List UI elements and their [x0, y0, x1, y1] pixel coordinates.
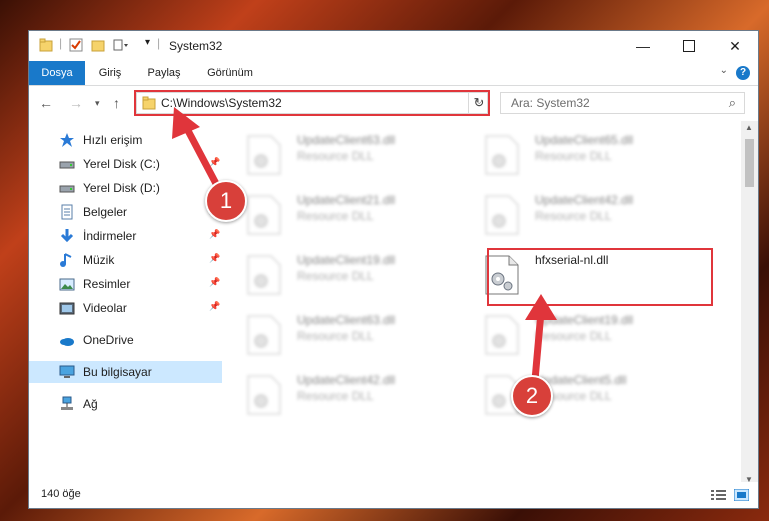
sidebar-item-videos[interactable]: Videolar 📌 — [29, 297, 222, 319]
vertical-scrollbar[interactable]: ▲ ▼ — [741, 121, 758, 486]
documents-icon — [61, 204, 73, 220]
sidebar-item-downloads[interactable]: İndirmeler 📌 — [29, 225, 222, 247]
file-item[interactable]: UpdateClient21.dll Resource DLL — [225, 189, 455, 239]
file-list: UpdateClient63.dll Resource DLL UpdateCl… — [225, 121, 740, 481]
forward-arrow-icon[interactable]: → — [69, 95, 83, 111]
search-icon[interactable]: ⌕ — [729, 95, 736, 111]
pin-icon: 📌 — [209, 253, 221, 263]
tab-view[interactable]: Görünüm — [197, 61, 263, 85]
large-icons-view-icon[interactable] — [734, 489, 749, 501]
maximize-button[interactable] — [666, 31, 712, 61]
dll-file-icon — [485, 135, 519, 175]
download-icon — [60, 229, 74, 243]
minimize-button[interactable]: — — [620, 31, 666, 61]
expand-ribbon-icon[interactable]: ⌄ — [720, 65, 728, 76]
file-item[interactable]: UpdateClient63.dll Resource DLL — [225, 129, 455, 179]
network-icon — [61, 396, 73, 410]
file-item[interactable]: UpdateClient63.dll Resource DLL — [225, 309, 455, 359]
sidebar-item-music[interactable]: Müzik 📌 — [29, 249, 222, 271]
dll-file-icon — [247, 315, 281, 355]
back-arrow-icon[interactable]: ← — [39, 95, 53, 111]
up-arrow-icon[interactable]: ↑ — [113, 95, 120, 111]
search-placeholder: Ara: System32 — [511, 96, 590, 110]
dll-file-icon — [247, 195, 281, 235]
step-badge-2: 2 — [511, 375, 553, 417]
sidebar-item-onedrive[interactable]: OneDrive — [29, 329, 222, 351]
tab-file[interactable]: Dosya — [29, 61, 85, 85]
onedrive-icon — [60, 338, 74, 346]
tab-share[interactable]: Paylaş — [139, 61, 189, 85]
file-item[interactable]: UpdateClient42.dll Resource DLL — [463, 189, 693, 239]
new-folder-icon[interactable] — [91, 38, 105, 52]
ribbon-tabs: Dosya Giriş Paylaş Görünüm ⌄ ? — [29, 61, 758, 86]
window-title: System32 — [169, 39, 223, 53]
sidebar-item-this-pc[interactable]: Bu bilgisayar — [29, 361, 222, 383]
details-view-icon[interactable] — [711, 489, 726, 501]
separator: | — [59, 36, 63, 50]
navigation-bar: ← → ▾ ↑ C:\Windows\System32 ⌵ ↻ Ara: Sys… — [29, 86, 758, 121]
videos-icon — [59, 302, 75, 315]
separator: | — [157, 36, 161, 50]
scroll-thumb[interactable] — [745, 139, 754, 187]
close-button[interactable]: ✕ — [712, 31, 758, 61]
computer-icon — [59, 365, 75, 378]
drive-icon — [59, 161, 75, 169]
folder-icon[interactable] — [39, 38, 53, 52]
qa-dropdown-icon[interactable]: ▾ — [145, 37, 150, 48]
dll-file-icon — [247, 375, 281, 415]
file-item[interactable]: UpdateClient19.dll Resource DLL — [463, 309, 693, 359]
sidebar-item-network[interactable]: Ağ — [29, 393, 222, 415]
dll-file-icon — [247, 135, 281, 175]
file-item[interactable]: UpdateClient65.dll Resource DLL — [463, 129, 693, 179]
star-icon — [60, 133, 74, 147]
search-box[interactable]: Ara: System32 ⌕ — [500, 92, 745, 114]
pin-icon: 📌 — [209, 301, 221, 311]
pin-icon: 📌 — [209, 229, 221, 239]
scroll-up-icon[interactable]: ▲ — [745, 123, 753, 132]
recent-locations-icon[interactable]: ▾ — [95, 98, 100, 109]
drive-icon — [59, 185, 75, 193]
help-icon[interactable]: ? — [736, 66, 750, 80]
customize-qa-icon[interactable] — [113, 38, 129, 52]
pictures-icon — [59, 278, 75, 291]
status-bar: 140 öğe — [29, 482, 758, 508]
step-badge-1: 1 — [205, 180, 247, 222]
dll-file-icon — [485, 195, 519, 235]
title-bar: | ▾ | System32 — ✕ — [29, 31, 758, 61]
file-explorer-window: | ▾ | System32 — ✕ Dosya Giriş Paylaş Gö… — [28, 30, 759, 509]
file-item[interactable]: UpdateClient19.dll Resource DLL — [225, 249, 455, 299]
pin-icon: 📌 — [209, 277, 221, 287]
file-item[interactable]: UpdateClient42.dll Resource DLL — [225, 369, 455, 419]
properties-icon[interactable] — [69, 38, 83, 52]
dll-file-icon — [247, 255, 281, 295]
music-icon — [60, 253, 72, 267]
tab-home[interactable]: Giriş — [89, 61, 131, 85]
sidebar-item-pictures[interactable]: Resimler 📌 — [29, 273, 222, 295]
item-count: 140 öğe — [41, 488, 81, 500]
file-item[interactable]: UpdateClient5.dll Resource DLL — [463, 369, 693, 419]
